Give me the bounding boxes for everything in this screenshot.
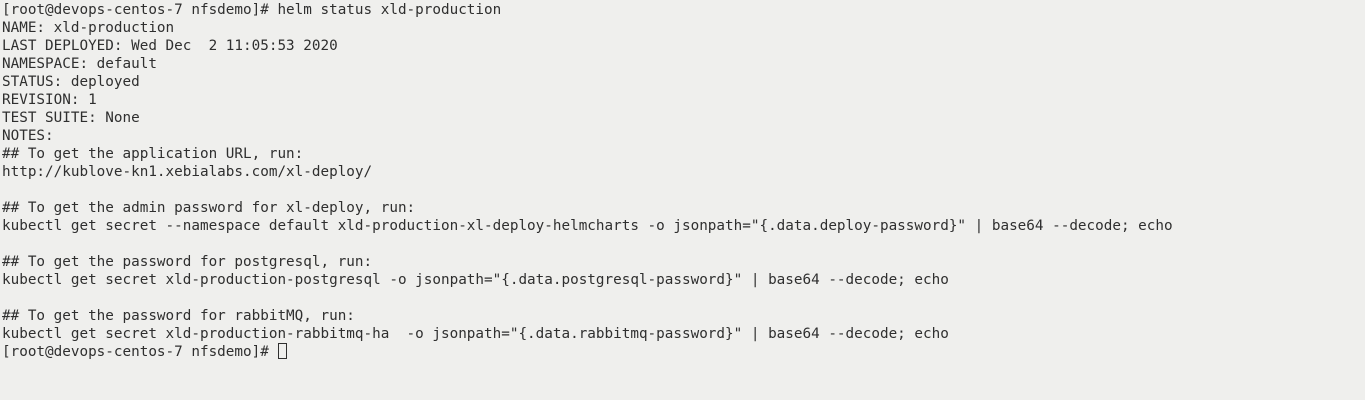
output-line: TEST SUITE: None <box>2 110 140 126</box>
output-line: ## To get the password for postgresql, r… <box>2 254 373 270</box>
terminal-output: [root@devops-centos-7 nfsdemo]# helm sta… <box>2 1 1173 361</box>
output-line: kubectl get secret --namespace default x… <box>2 218 1173 234</box>
output-line: ## To get the password for rabbitMQ, run… <box>2 308 355 324</box>
output-line: http://kublove-kn1.xebialabs.com/xl-depl… <box>2 164 373 180</box>
output-line: STATUS: deployed <box>2 74 140 90</box>
output-line: NOTES: <box>2 128 54 144</box>
output-line: kubectl get secret xld-production-postgr… <box>2 272 949 288</box>
text-cursor <box>278 343 288 359</box>
terminal-window[interactable]: [root@devops-centos-7 nfsdemo]# helm sta… <box>0 0 1365 400</box>
output-line: ## To get the admin password for xl-depl… <box>2 200 416 216</box>
output-line: REVISION: 1 <box>2 92 97 108</box>
output-line: kubectl get secret xld-production-rabbit… <box>2 326 949 342</box>
shell-prompt: [root@devops-centos-7 nfsdemo]# <box>2 344 278 360</box>
command-line: [root@devops-centos-7 nfsdemo]# helm sta… <box>2 2 502 18</box>
output-line: NAME: xld-production <box>2 20 175 36</box>
prompt-line[interactable]: [root@devops-centos-7 nfsdemo]# <box>2 343 1173 361</box>
output-line: NAMESPACE: default <box>2 56 157 72</box>
output-line: LAST DEPLOYED: Wed Dec 2 11:05:53 2020 <box>2 38 338 54</box>
output-line: ## To get the application URL, run: <box>2 146 304 162</box>
